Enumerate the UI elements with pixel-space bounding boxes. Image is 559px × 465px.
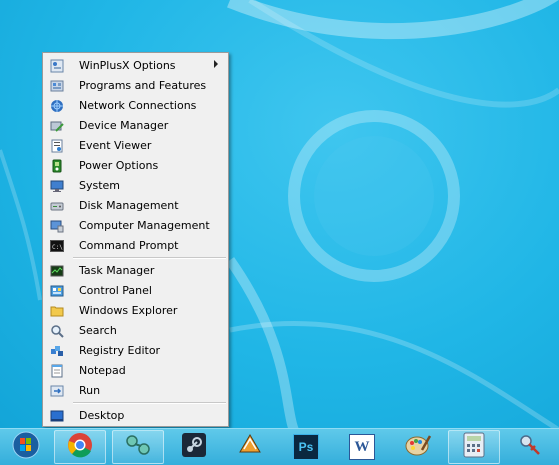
photoshop-icon: Ps <box>293 434 319 460</box>
menu-item-label: Power Options <box>79 159 159 172</box>
menu-item-run[interactable]: Run <box>45 381 226 400</box>
taskbar-word-button[interactable]: W <box>336 430 388 464</box>
photoshop-icon-text: Ps <box>298 440 314 454</box>
menu-separator <box>73 402 226 404</box>
menu-item-label: Notepad <box>79 364 126 377</box>
menu-item-system[interactable]: System <box>45 176 226 195</box>
taskbar-calculator-button[interactable] <box>448 430 500 464</box>
taskbar-photoshop-button[interactable]: Ps <box>280 430 332 464</box>
menu-item-label: Event Viewer <box>79 139 152 152</box>
menu-item-label: Network Connections <box>79 99 197 112</box>
menu-item-search[interactable]: Search <box>45 321 226 340</box>
winx-context-menu: WinPlusX Options Programs and Features N… <box>42 52 229 427</box>
menu-item-computer-management[interactable]: Computer Management <box>45 216 226 235</box>
steam-icon <box>181 432 207 462</box>
disk-icon <box>49 198 65 214</box>
word-icon-text: W <box>354 438 370 455</box>
snipping-tool-icon <box>517 432 543 462</box>
submenu-arrow-icon <box>214 60 218 68</box>
menu-item-label: Programs and Features <box>79 79 207 92</box>
menu-item-disk-management[interactable]: Disk Management <box>45 196 226 215</box>
menu-item-label: Run <box>79 384 101 397</box>
menu-item-label: Task Manager <box>79 264 155 277</box>
programs-icon <box>49 78 65 94</box>
menu-item-power-options[interactable]: Power Options <box>45 156 226 175</box>
menu-item-windows-explorer[interactable]: Windows Explorer <box>45 301 226 320</box>
menu-item-label: Desktop <box>79 409 125 422</box>
menu-item-label: System <box>79 179 121 192</box>
system-icon <box>49 178 65 194</box>
computer-management-icon <box>49 218 65 234</box>
menu-item-device-manager[interactable]: Device Manager <box>45 116 226 135</box>
start-orb-icon <box>11 430 41 464</box>
menu-item-programs-and-features[interactable]: Programs and Features <box>45 76 226 95</box>
chrome-icon <box>67 432 93 462</box>
menu-item-notepad[interactable]: Notepad <box>45 361 226 380</box>
menu-item-event-viewer[interactable]: Event Viewer <box>45 136 226 155</box>
taskbar-network-tool-button[interactable] <box>112 430 164 464</box>
menu-item-winplusx-options[interactable]: WinPlusX Options <box>45 56 226 75</box>
taskbar: Ps W <box>0 428 559 465</box>
menu-item-network-connections[interactable]: Network Connections <box>45 96 226 115</box>
power-icon <box>49 158 65 174</box>
options-icon <box>49 58 65 74</box>
menu-item-label: Search <box>79 324 117 337</box>
menu-item-label: Computer Management <box>79 219 210 232</box>
taskbar-chrome-button[interactable] <box>54 430 106 464</box>
menu-item-desktop[interactable]: Desktop <box>45 406 226 425</box>
calculator-icon <box>463 432 485 462</box>
taskbar-snipping-tool-button[interactable] <box>504 430 556 464</box>
svg-text:C:\: C:\ <box>52 244 63 251</box>
desktop-icon <box>49 408 65 424</box>
notepad-icon <box>49 363 65 379</box>
command-prompt-icon: C:\ <box>49 238 65 254</box>
word-icon: W <box>349 434 375 460</box>
paint-icon <box>404 432 432 462</box>
task-manager-icon <box>49 263 65 279</box>
menu-separator <box>73 257 226 259</box>
winamp-icon <box>237 432 263 462</box>
event-viewer-icon <box>49 138 65 154</box>
taskbar-winamp-button[interactable] <box>224 430 276 464</box>
device-manager-icon <box>49 118 65 134</box>
menu-item-label: Disk Management <box>79 199 179 212</box>
folder-icon <box>49 303 65 319</box>
menu-item-registry-editor[interactable]: Registry Editor <box>45 341 226 360</box>
menu-item-label: Device Manager <box>79 119 169 132</box>
menu-item-task-manager[interactable]: Task Manager <box>45 261 226 280</box>
menu-item-control-panel[interactable]: Control Panel <box>45 281 226 300</box>
start-button[interactable] <box>0 430 52 464</box>
control-panel-icon <box>49 283 65 299</box>
menu-item-label: Control Panel <box>79 284 152 297</box>
menu-item-command-prompt[interactable]: C:\ Command Prompt <box>45 236 226 255</box>
menu-item-label: Windows Explorer <box>79 304 178 317</box>
registry-icon <box>49 343 65 359</box>
taskbar-steam-button[interactable] <box>168 430 220 464</box>
menu-item-label: Command Prompt <box>79 239 179 252</box>
network-tool-icon <box>124 432 152 462</box>
network-icon <box>49 98 65 114</box>
taskbar-paint-button[interactable] <box>392 430 444 464</box>
search-icon <box>49 323 65 339</box>
run-icon <box>49 383 65 399</box>
menu-item-label: WinPlusX Options <box>79 59 176 72</box>
menu-item-label: Registry Editor <box>79 344 161 357</box>
